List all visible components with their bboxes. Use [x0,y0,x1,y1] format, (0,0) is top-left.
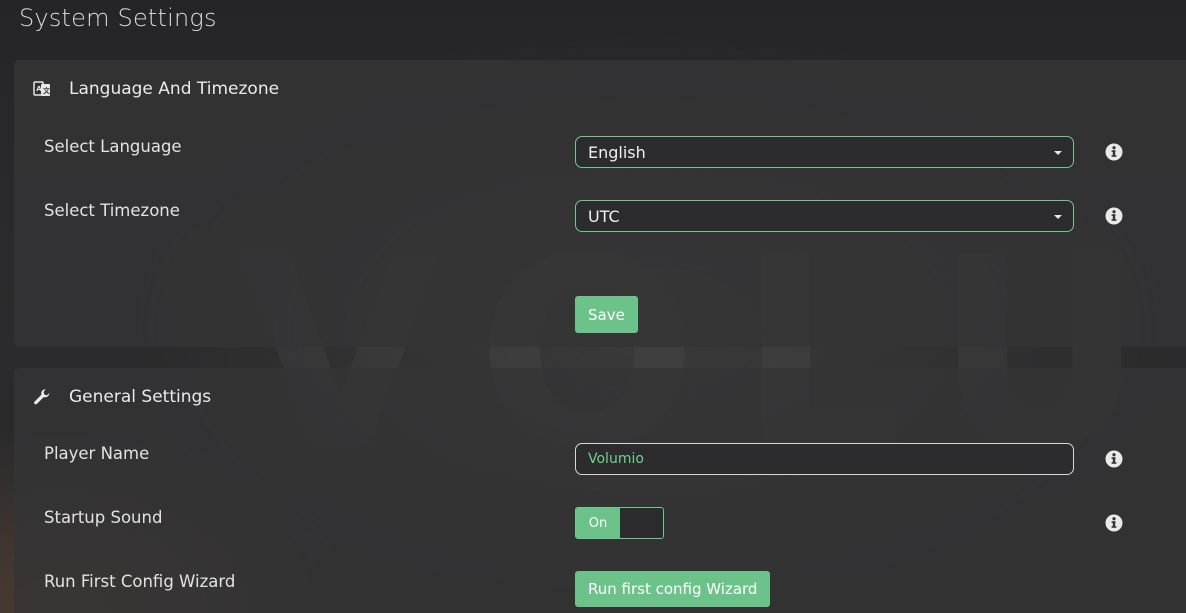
startup-sound-toggle[interactable]: On [575,507,664,539]
svg-text:文: 文 [43,86,51,95]
language-select[interactable]: English [575,136,1074,168]
language-timezone-panel: A 文 Language And Timezone Select Languag… [14,60,1186,347]
startup-sound-label: Startup Sound [44,508,163,527]
language-timezone-title: Language And Timezone [69,79,280,99]
general-settings-title: General Settings [69,387,212,407]
chevron-down-icon [1054,151,1062,155]
timezone-select-value: UTC [588,206,620,226]
language-timezone-header: A 文 Language And Timezone [32,78,279,100]
chevron-down-icon [1054,215,1062,219]
player-name-input[interactable] [575,443,1074,475]
language-icon: A 文 [32,79,52,99]
select-timezone-label: Select Timezone [44,201,180,220]
toggle-on-label: On [576,508,620,538]
svg-text:A: A [36,85,42,93]
run-wizard-label: Run First Config Wizard [44,572,236,591]
page-title: System Settings [19,4,217,32]
player-name-label: Player Name [44,444,150,463]
select-language-label: Select Language [44,137,182,156]
wrench-icon [32,387,52,407]
toggle-off-area [620,508,663,538]
info-icon[interactable] [1105,514,1123,532]
language-select-value: English [588,142,646,162]
general-settings-panel: General Settings Player Name Startup Sou… [14,368,1186,613]
info-icon[interactable] [1105,143,1123,161]
info-icon[interactable] [1105,450,1123,468]
timezone-select[interactable]: UTC [575,200,1074,232]
info-icon[interactable] [1105,207,1123,225]
run-wizard-button[interactable]: Run first config Wizard [575,571,771,607]
general-settings-header: General Settings [32,386,211,408]
save-button[interactable]: Save [575,296,638,333]
